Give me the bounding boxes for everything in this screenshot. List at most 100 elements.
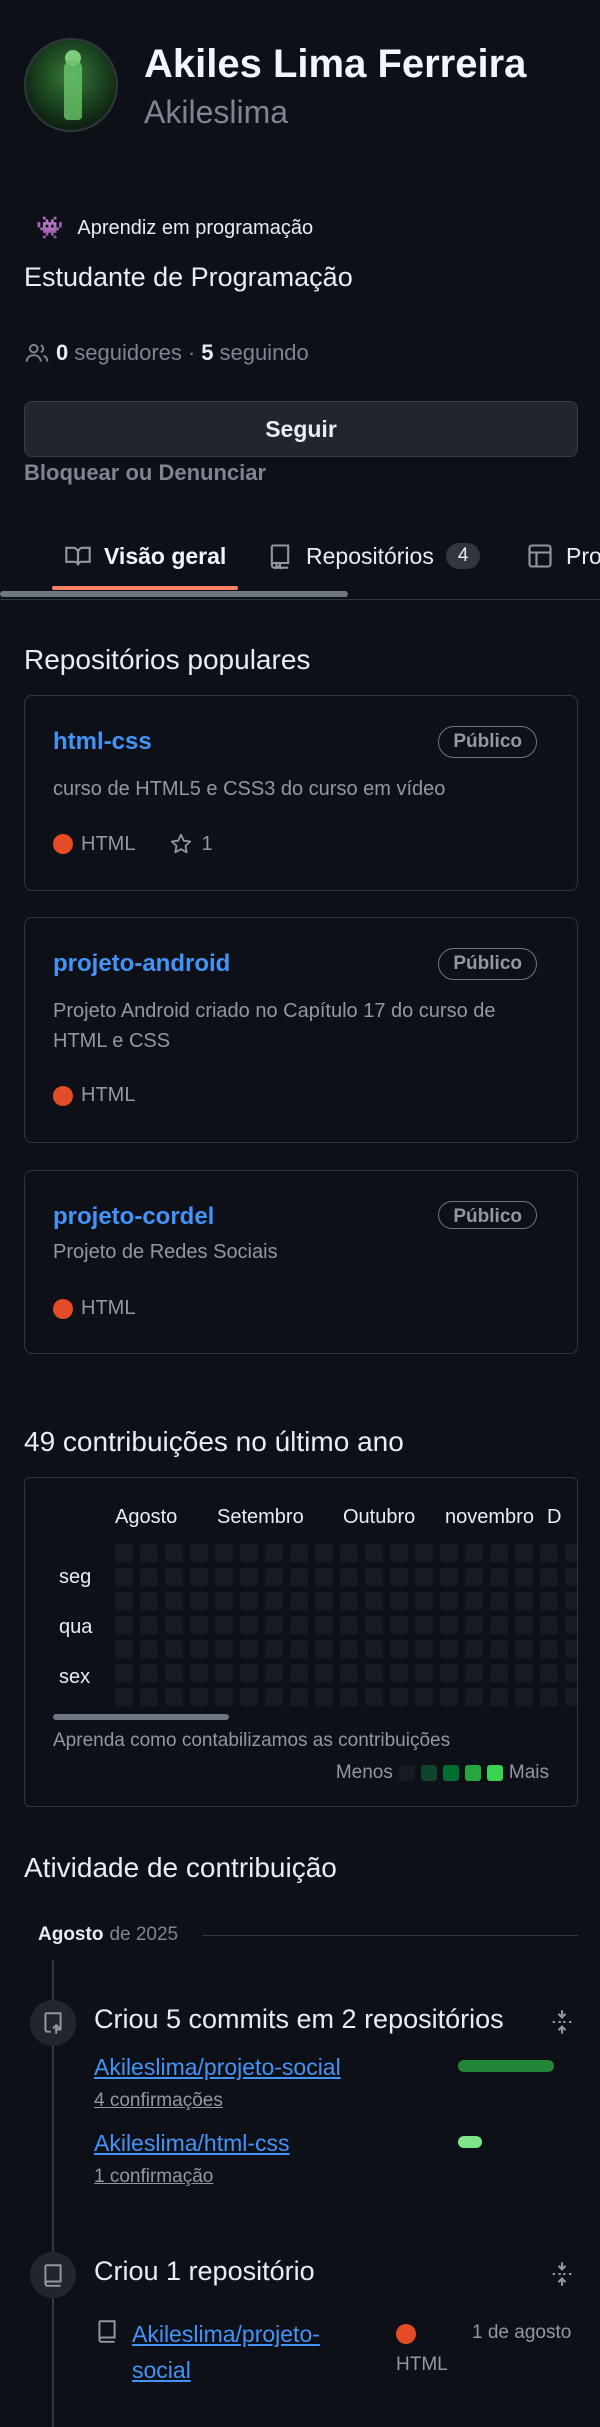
contribution-day[interactable] bbox=[190, 1568, 208, 1586]
contribution-day[interactable] bbox=[215, 1664, 233, 1682]
contribution-day[interactable] bbox=[115, 1688, 133, 1706]
contribution-day[interactable] bbox=[240, 1568, 258, 1586]
learn-contributions-link[interactable]: Aprenda como contabilizamos as contribui… bbox=[53, 1730, 450, 1752]
contribution-day[interactable] bbox=[540, 1592, 558, 1610]
contribution-day[interactable] bbox=[290, 1664, 308, 1682]
calendar-scrollbar[interactable] bbox=[53, 1714, 229, 1720]
followers-count[interactable]: 0 bbox=[56, 340, 68, 366]
contribution-day[interactable] bbox=[140, 1664, 158, 1682]
contribution-day[interactable] bbox=[465, 1592, 483, 1610]
contribution-day[interactable] bbox=[565, 1616, 577, 1634]
contribution-day[interactable] bbox=[165, 1664, 183, 1682]
contribution-day[interactable] bbox=[540, 1640, 558, 1658]
contribution-day[interactable] bbox=[390, 1568, 408, 1586]
contribution-day[interactable] bbox=[390, 1544, 408, 1562]
contribution-day[interactable] bbox=[540, 1616, 558, 1634]
tab-projects[interactable]: Projetos bbox=[526, 528, 600, 584]
contribution-day[interactable] bbox=[140, 1568, 158, 1586]
contribution-day[interactable] bbox=[190, 1616, 208, 1634]
contribution-day[interactable] bbox=[365, 1616, 383, 1634]
contribution-day[interactable] bbox=[290, 1640, 308, 1658]
contribution-day[interactable] bbox=[415, 1592, 433, 1610]
contribution-day[interactable] bbox=[490, 1688, 508, 1706]
repo-link[interactable]: projeto-cordel bbox=[53, 1203, 214, 1231]
contribution-day[interactable] bbox=[240, 1664, 258, 1682]
repo-link[interactable]: projeto-android bbox=[53, 950, 230, 978]
contribution-day[interactable] bbox=[140, 1640, 158, 1658]
contribution-day[interactable] bbox=[290, 1568, 308, 1586]
contribution-day[interactable] bbox=[240, 1640, 258, 1658]
contribution-day[interactable] bbox=[240, 1616, 258, 1634]
contribution-day[interactable] bbox=[215, 1544, 233, 1562]
contribution-day[interactable] bbox=[465, 1568, 483, 1586]
following-count[interactable]: 5 bbox=[201, 340, 213, 366]
contribution-day[interactable] bbox=[115, 1592, 133, 1610]
contribution-day[interactable] bbox=[515, 1544, 533, 1562]
contribution-day[interactable] bbox=[515, 1688, 533, 1706]
contribution-day[interactable] bbox=[265, 1616, 283, 1634]
contribution-day[interactable] bbox=[215, 1592, 233, 1610]
contribution-day[interactable] bbox=[315, 1616, 333, 1634]
contribution-day[interactable] bbox=[165, 1688, 183, 1706]
commit-count-link[interactable]: 1 confirmação bbox=[94, 2166, 213, 2188]
contribution-day[interactable] bbox=[540, 1544, 558, 1562]
contribution-day[interactable] bbox=[365, 1688, 383, 1706]
contribution-day[interactable] bbox=[440, 1640, 458, 1658]
contribution-day[interactable] bbox=[215, 1568, 233, 1586]
created-repo-link[interactable]: Akileslima/projeto- social bbox=[132, 2316, 362, 2388]
contribution-day[interactable] bbox=[440, 1592, 458, 1610]
contribution-day[interactable] bbox=[340, 1664, 358, 1682]
contribution-day[interactable] bbox=[415, 1544, 433, 1562]
contribution-day[interactable] bbox=[315, 1544, 333, 1562]
contribution-day[interactable] bbox=[440, 1688, 458, 1706]
contribution-day[interactable] bbox=[390, 1616, 408, 1634]
contribution-day[interactable] bbox=[490, 1592, 508, 1610]
contribution-day[interactable] bbox=[140, 1544, 158, 1562]
contribution-day[interactable] bbox=[340, 1688, 358, 1706]
contribution-day[interactable] bbox=[365, 1544, 383, 1562]
contribution-day[interactable] bbox=[440, 1616, 458, 1634]
contribution-day[interactable] bbox=[215, 1616, 233, 1634]
contribution-day[interactable] bbox=[365, 1640, 383, 1658]
contribution-day[interactable] bbox=[490, 1616, 508, 1634]
contribution-day[interactable] bbox=[515, 1640, 533, 1658]
follow-button[interactable]: Seguir bbox=[24, 401, 578, 457]
contribution-day[interactable] bbox=[290, 1616, 308, 1634]
contribution-day[interactable] bbox=[565, 1544, 577, 1562]
contribution-day[interactable] bbox=[390, 1664, 408, 1682]
commit-repo-link[interactable]: Akileslima/html-css bbox=[94, 2130, 290, 2157]
contribution-day[interactable] bbox=[565, 1688, 577, 1706]
contribution-day[interactable] bbox=[290, 1592, 308, 1610]
contribution-day[interactable] bbox=[165, 1592, 183, 1610]
contribution-day[interactable] bbox=[365, 1592, 383, 1610]
contribution-day[interactable] bbox=[215, 1640, 233, 1658]
contribution-day[interactable] bbox=[315, 1664, 333, 1682]
contribution-day[interactable] bbox=[515, 1664, 533, 1682]
contribution-day[interactable] bbox=[365, 1568, 383, 1586]
contribution-day[interactable] bbox=[290, 1688, 308, 1706]
user-status[interactable]: 👾 Aprendiz em programação bbox=[24, 210, 313, 246]
contribution-day[interactable] bbox=[190, 1664, 208, 1682]
contribution-day[interactable] bbox=[465, 1616, 483, 1634]
repo-link[interactable]: html-css bbox=[53, 728, 152, 756]
contribution-day[interactable] bbox=[540, 1568, 558, 1586]
commit-count-link[interactable]: 4 confirmações bbox=[94, 2090, 223, 2112]
contribution-day[interactable] bbox=[315, 1640, 333, 1658]
contribution-day[interactable] bbox=[515, 1592, 533, 1610]
contribution-day[interactable] bbox=[115, 1664, 133, 1682]
followers-label[interactable]: seguidores bbox=[74, 340, 182, 366]
contribution-day[interactable] bbox=[240, 1544, 258, 1562]
contribution-day[interactable] bbox=[215, 1688, 233, 1706]
contribution-day[interactable] bbox=[315, 1568, 333, 1586]
contribution-day[interactable] bbox=[465, 1640, 483, 1658]
contribution-day[interactable] bbox=[565, 1568, 577, 1586]
contribution-day[interactable] bbox=[115, 1544, 133, 1562]
contribution-day[interactable] bbox=[415, 1568, 433, 1586]
avatar[interactable] bbox=[24, 38, 118, 132]
contribution-day[interactable] bbox=[490, 1544, 508, 1562]
contribution-day[interactable] bbox=[115, 1568, 133, 1586]
contribution-day[interactable] bbox=[190, 1544, 208, 1562]
contribution-day[interactable] bbox=[490, 1640, 508, 1658]
contribution-day[interactable] bbox=[465, 1688, 483, 1706]
contribution-day[interactable] bbox=[490, 1568, 508, 1586]
